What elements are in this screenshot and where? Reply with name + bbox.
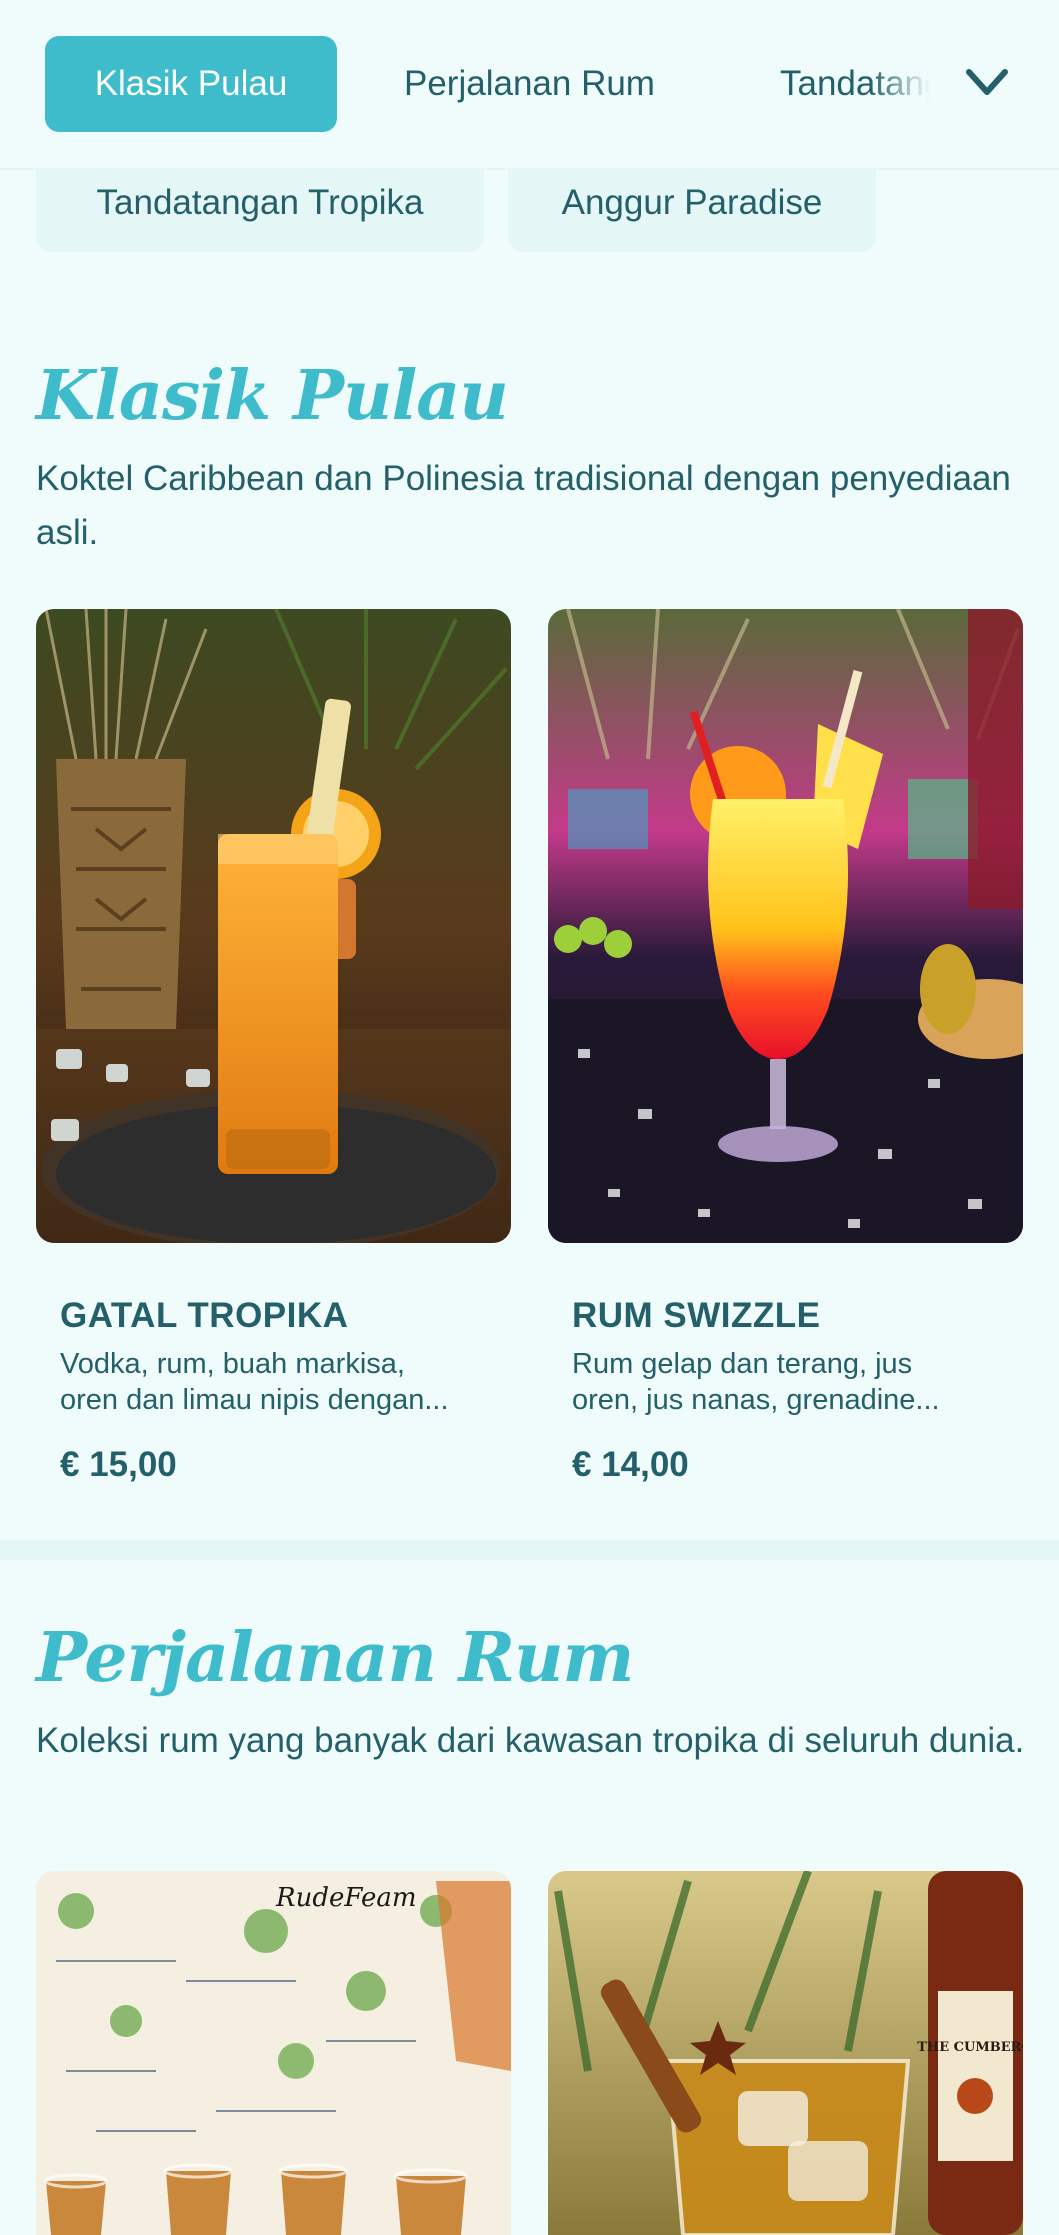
drink-photo-rum-swizzle[interactable] [548, 609, 1023, 1243]
item-price: € 15,00 [60, 1445, 177, 1484]
section-description: Koktel Caribbean dan Polinesia tradision… [36, 459, 1011, 552]
item-description-line: Vodka, rum, buah markisa, [60, 1348, 405, 1380]
drink-photo-gatal-tropika[interactable] [36, 609, 511, 1243]
tab-tandatangan-tropika[interactable]: Tandatangan Tropika [780, 36, 930, 132]
tab-perjalanan-rum[interactable]: Perjalanan Rum [404, 36, 655, 132]
item-description-line: Rum gelap dan terang, jus [572, 1348, 913, 1380]
chevron-down-icon[interactable] [963, 62, 1011, 102]
bottle-label-text: THE CUMBERO [917, 2040, 1023, 2055]
tab-klasik-pulau[interactable]: Klasik Pulau [45, 36, 337, 132]
item-name: RUM SWIZZLE [572, 1296, 821, 1335]
item-name: GATAL TROPIKA [60, 1296, 349, 1335]
product-photo-rum-glass[interactable]: THE CUMBERO [548, 1871, 1023, 2235]
section-title: Klasik Pulau [36, 356, 509, 436]
category-nav: Klasik Pulau Perjalanan Rum Tandatangan … [0, 0, 1059, 170]
section-description: Koleksi rum yang banyak dari kawasan tro… [36, 1721, 1025, 1760]
section-divider [0, 1540, 1059, 1560]
subtab-anggur-paradise[interactable]: Anggur Paradise [508, 168, 876, 252]
item-description-line: oren dan limau nipis dengan... [60, 1384, 449, 1416]
map-logo-text: RudeFeam [275, 1883, 417, 1913]
item-description-line: oren, jus nanas, grenadine... [572, 1384, 940, 1416]
subtab-tandatangan-tropika[interactable]: Tandatangan Tropika [36, 168, 484, 252]
product-photo-rum-map[interactable]: RudeFeam [36, 1871, 511, 2235]
section-title: Perjalanan Rum [36, 1618, 634, 1698]
item-price: € 14,00 [572, 1445, 689, 1484]
